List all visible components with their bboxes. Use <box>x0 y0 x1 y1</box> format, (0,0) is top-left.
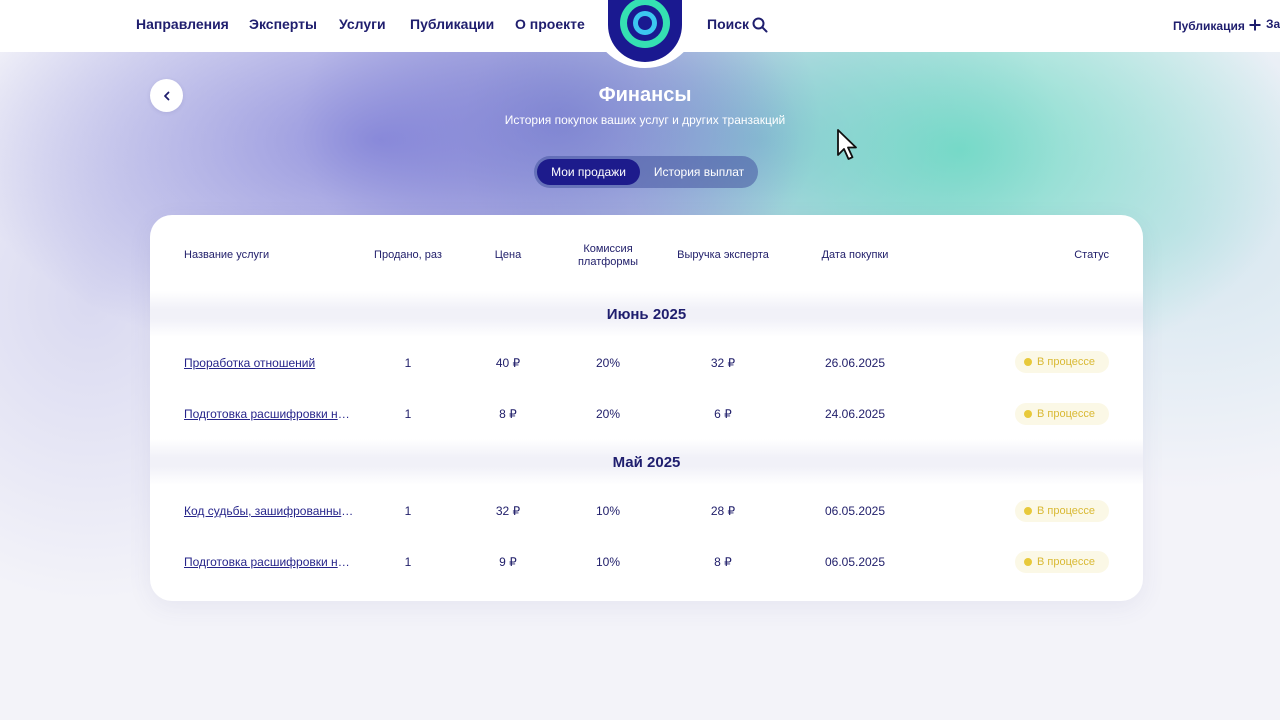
service-name-link[interactable]: Подготовка расшифровки на… <box>184 555 356 569</box>
page-subtitle: История покупок ваших услуг и других тра… <box>504 113 786 127</box>
column-header-date: Дата покупки <box>821 249 889 261</box>
status-badge: В процессе <box>1015 351 1109 373</box>
search-icon <box>752 17 768 33</box>
price: 8 ₽ <box>499 407 517 421</box>
expert-revenue: 32 ₽ <box>710 356 736 370</box>
column-header-price: Цена <box>494 249 522 261</box>
nav-link-about[interactable]: О проекте <box>515 16 585 32</box>
service-name-link[interactable]: Проработка отношений <box>184 356 356 370</box>
plus-icon <box>1249 19 1261 31</box>
column-header-commission: Комиссия платформы <box>558 243 658 269</box>
tab-payout-history[interactable]: История выплат <box>644 159 754 185</box>
purchase-date: 06.05.2025 <box>824 555 886 569</box>
commission: 20% <box>595 407 621 421</box>
sold-count: 1 <box>404 555 412 569</box>
expert-revenue: 6 ₽ <box>714 407 732 421</box>
status-dot-icon <box>1024 358 1032 366</box>
service-name-link[interactable]: Подготовка расшифровки на… <box>184 407 356 421</box>
publish-button[interactable]: Публикация <box>1173 17 1261 33</box>
commission: 10% <box>595 504 621 518</box>
price: 40 ₽ <box>495 356 521 370</box>
search-button[interactable]: Поиск <box>707 16 768 34</box>
commission: 20% <box>595 356 621 370</box>
purchase-date: 06.05.2025 <box>824 504 886 518</box>
status-badge: В процессе <box>1015 403 1109 425</box>
price: 32 ₽ <box>495 504 521 518</box>
status-label: В процессе <box>1037 408 1095 420</box>
column-header-commission-line1: Комиссия <box>583 243 633 255</box>
nav-link-directions[interactable]: Направления <box>136 16 229 32</box>
sold-count: 1 <box>404 407 412 421</box>
sales-table-card: Название услуги Продано, раз Цена Комисс… <box>150 215 1143 601</box>
column-header-commission-line2: платформы <box>577 256 639 268</box>
tab-my-sales[interactable]: Мои продажи <box>537 159 640 185</box>
sold-count: 1 <box>404 504 412 518</box>
month-label: Май 2025 <box>612 454 681 471</box>
status-badge: В процессе <box>1015 551 1109 573</box>
price: 9 ₽ <box>499 555 517 569</box>
publish-label: Публикация <box>1173 19 1245 33</box>
clipped-nav-label[interactable]: За <box>1266 17 1280 31</box>
status-label: В процессе <box>1037 556 1095 568</box>
column-header-name: Название услуги <box>184 249 270 261</box>
status-label: В процессе <box>1037 356 1095 368</box>
page-title: Финансы <box>598 84 692 106</box>
purchase-date: 24.06.2025 <box>824 407 886 421</box>
column-header-revenue: Выручка эксперта <box>677 249 769 261</box>
status-label: В процессе <box>1037 505 1095 517</box>
mouse-cursor-icon <box>837 129 857 160</box>
purchase-date: 26.06.2025 <box>824 356 886 370</box>
status-badge: В процессе <box>1015 500 1109 522</box>
expert-revenue: 8 ₽ <box>714 555 732 569</box>
nav-link-publications[interactable]: Публикации <box>410 16 494 32</box>
commission: 10% <box>595 555 621 569</box>
month-label: Июнь 2025 <box>606 306 687 323</box>
status-dot-icon <box>1024 558 1032 566</box>
service-name-link[interactable]: Код судьбы, зашифрованный… <box>184 504 356 518</box>
column-header-sold: Продано, раз <box>374 249 442 261</box>
status-dot-icon <box>1024 507 1032 515</box>
nav-link-services[interactable]: Услуги <box>339 16 386 32</box>
nav-link-experts[interactable]: Эксперты <box>249 16 317 32</box>
status-dot-icon <box>1024 410 1032 418</box>
column-header-status: Статус <box>1074 249 1109 261</box>
finance-tabs: Мои продажи История выплат <box>534 156 758 188</box>
expert-revenue: 28 ₽ <box>710 504 736 518</box>
sold-count: 1 <box>404 356 412 370</box>
search-label: Поиск <box>707 16 750 32</box>
